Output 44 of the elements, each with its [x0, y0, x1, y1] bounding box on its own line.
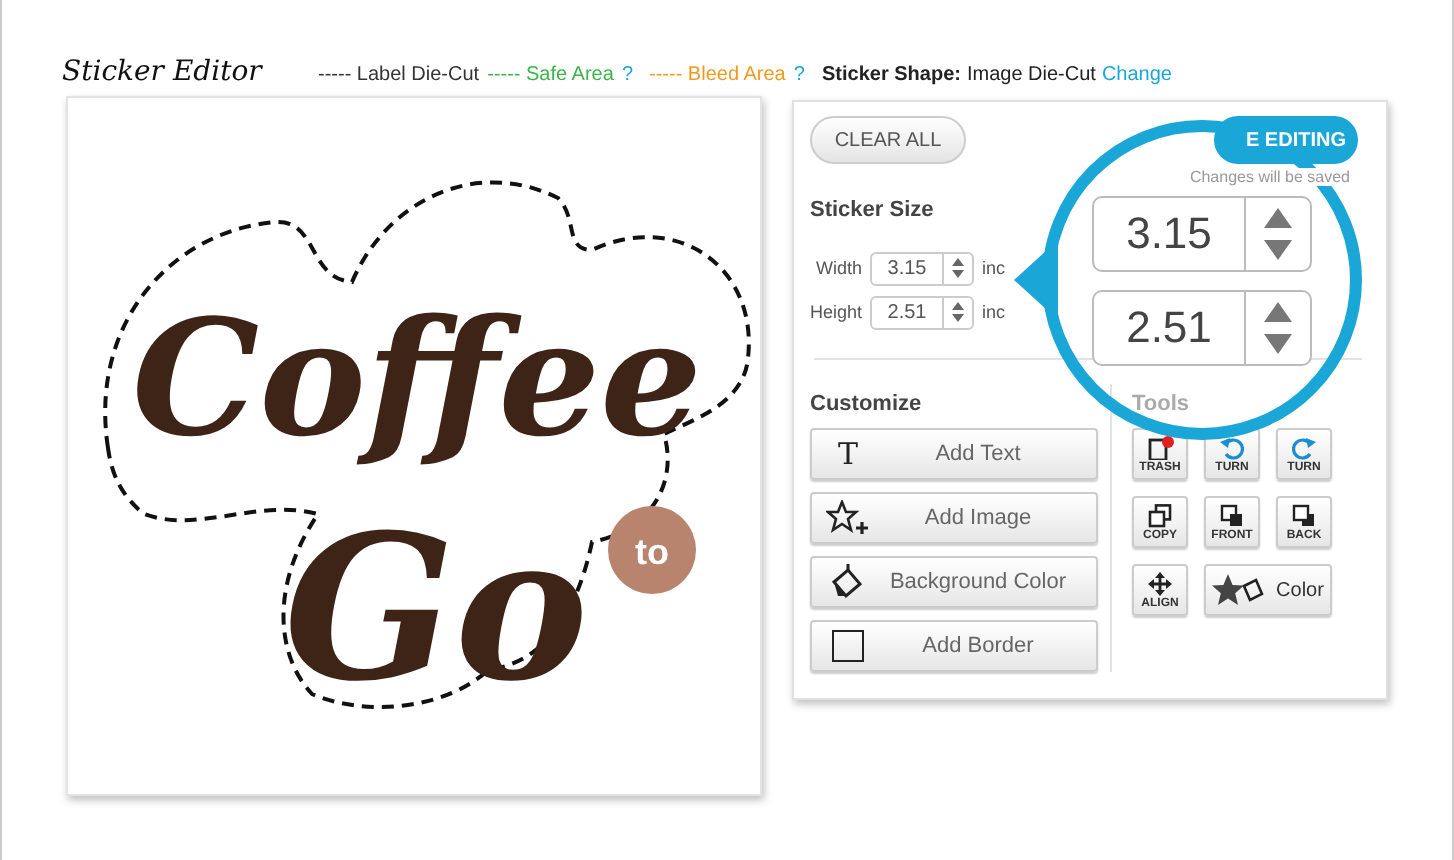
app-title: Sticker Editor	[62, 56, 265, 88]
unit-label: inc	[982, 302, 1006, 322]
letter-t-icon: T	[837, 436, 858, 472]
logo-word: Go	[284, 490, 589, 726]
number-field[interactable]: 3.15	[1092, 195, 1312, 271]
badge-text: to	[635, 532, 669, 572]
move-arrows-icon	[1148, 571, 1172, 595]
badge-circle	[608, 506, 696, 594]
number-field[interactable]: 2.51	[1092, 289, 1312, 365]
customize-button[interactable]: Background Color	[810, 556, 1098, 608]
send-back-icon	[1292, 503, 1316, 527]
rotate-right-icon	[1292, 435, 1316, 459]
spinner-arrows-icon	[1264, 301, 1292, 353]
tool-button[interactable]: Color	[1204, 564, 1332, 616]
dimension-label: Width	[813, 258, 862, 278]
bring-front-icon	[1220, 503, 1244, 527]
spinner-arrows-icon	[1264, 207, 1292, 259]
dimension-label: Height	[810, 302, 862, 322]
legend-label: ----- Safe Area	[487, 64, 614, 86]
save-note: Changes will be saved	[1185, 168, 1354, 186]
spinner-arrows-icon	[952, 302, 964, 322]
square-icon	[832, 630, 864, 662]
customize-button[interactable]: Add Border	[810, 620, 1098, 672]
legend-label: ----- Bleed Area	[649, 64, 786, 86]
star-paint-icon	[1212, 574, 1265, 606]
legend-label: ----- Label Die-Cut	[318, 64, 480, 86]
section-heading: Sticker Size	[810, 198, 936, 222]
star-plus-icon	[826, 500, 870, 536]
trash-icon	[1146, 435, 1174, 459]
paint-bucket-icon	[828, 564, 868, 600]
spinner-arrows-icon	[952, 258, 964, 278]
customize-button[interactable]: T Add Text	[810, 428, 1098, 480]
unit-label: inc	[982, 258, 1006, 278]
section-heading: Tools	[1132, 392, 1192, 416]
section-heading: Customize	[810, 392, 924, 416]
shape-label: Sticker Shape:	[822, 64, 961, 86]
shape-value: Image Die-Cut	[966, 64, 1096, 86]
clear-all-button[interactable]: CLEAR ALL	[810, 116, 966, 164]
customize-button[interactable]: Add Image	[810, 492, 1098, 544]
number-field[interactable]: 3.15	[870, 251, 974, 285]
number-field[interactable]: 2.51	[870, 295, 974, 329]
rotate-left-icon	[1220, 435, 1244, 459]
logo-word: Coffee	[132, 284, 702, 472]
copy-icon	[1148, 503, 1172, 527]
